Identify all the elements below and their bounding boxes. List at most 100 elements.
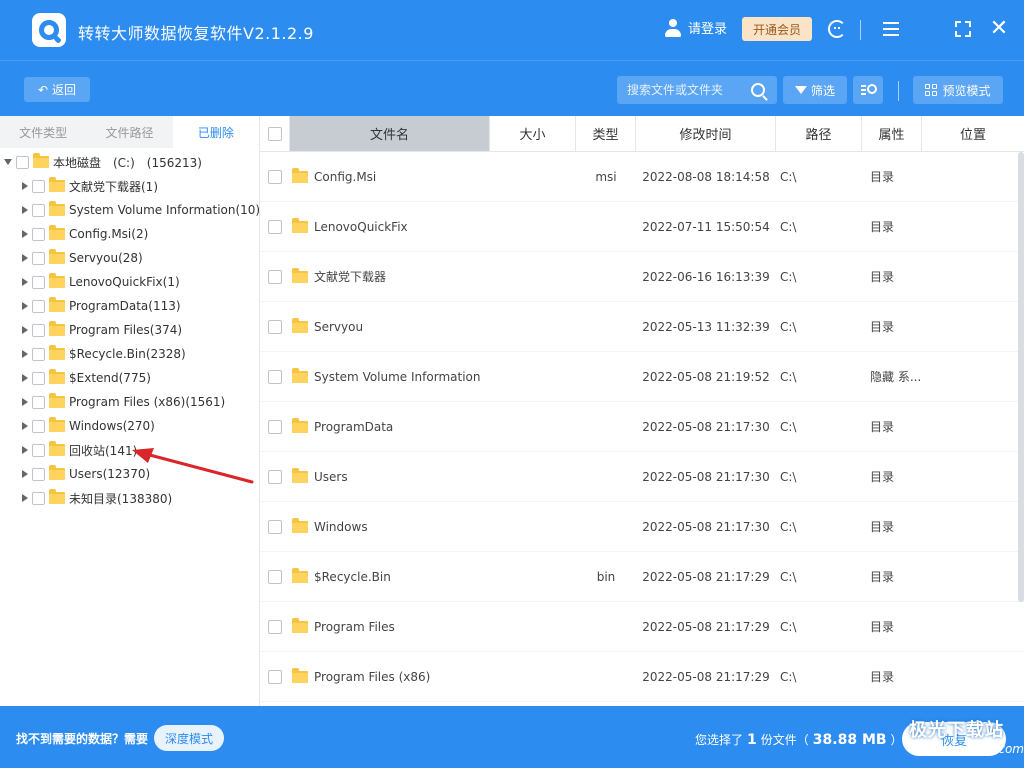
table-row[interactable]: Windows 2022-05-08 21:17:30 C:\ 目录: [260, 502, 1024, 552]
tab-file-path[interactable]: 文件路径: [86, 116, 172, 148]
row-checkbox[interactable]: [268, 369, 282, 384]
expand-arrow-icon[interactable]: [22, 326, 28, 334]
tree-item[interactable]: 回收站(141): [0, 438, 259, 462]
row-checkbox[interactable]: [268, 169, 282, 184]
list-search-button[interactable]: [853, 76, 883, 104]
select-all-checkbox[interactable]: [267, 126, 282, 141]
tree-checkbox[interactable]: [32, 371, 45, 385]
row-checkbox[interactable]: [268, 519, 282, 534]
tree-checkbox[interactable]: [32, 179, 45, 193]
row-checkbox[interactable]: [268, 469, 282, 484]
header-attr[interactable]: 属性: [862, 116, 922, 151]
collapse-arrow-icon[interactable]: [4, 159, 12, 165]
table-row[interactable]: Users 2022-05-08 21:17:30 C:\ 目录: [260, 452, 1024, 502]
table-row[interactable]: System Volume Information 2022-05-08 21:1…: [260, 352, 1024, 402]
expand-arrow-icon[interactable]: [22, 374, 28, 382]
tree-item[interactable]: Program Files(374): [0, 318, 259, 342]
tree-checkbox[interactable]: [16, 155, 29, 169]
header-path[interactable]: 路径: [776, 116, 862, 151]
row-checkbox[interactable]: [268, 269, 282, 284]
expand-arrow-icon[interactable]: [22, 254, 28, 262]
search-box[interactable]: [617, 76, 777, 104]
expand-arrow-icon[interactable]: [22, 230, 28, 238]
preview-mode-button[interactable]: 预览模式: [913, 76, 1003, 104]
size-cell: [490, 352, 576, 401]
tree-checkbox[interactable]: [32, 467, 45, 481]
expand-arrow-icon[interactable]: [22, 422, 28, 430]
tree-item[interactable]: $Recycle.Bin(2328): [0, 342, 259, 366]
expand-arrow-icon[interactable]: [22, 446, 28, 454]
vertical-scrollbar[interactable]: [1018, 152, 1024, 602]
tree-item[interactable]: $Extend(775): [0, 366, 259, 390]
expand-arrow-icon[interactable]: [22, 350, 28, 358]
table-row[interactable]: Servyou 2022-05-13 11:32:39 C:\ 目录: [260, 302, 1024, 352]
header-time[interactable]: 修改时间: [636, 116, 776, 151]
expand-arrow-icon[interactable]: [22, 206, 28, 214]
expand-arrow-icon[interactable]: [22, 302, 28, 310]
expand-arrow-icon[interactable]: [22, 494, 28, 502]
tree-checkbox[interactable]: [32, 227, 45, 241]
table-row[interactable]: Config.Msi msi 2022-08-08 18:14:58 C:\ 目录: [260, 152, 1024, 202]
header-location[interactable]: 位置: [922, 116, 1024, 151]
maximize-icon[interactable]: [952, 17, 974, 41]
search-input[interactable]: [617, 83, 745, 97]
vip-button[interactable]: 开通会员: [742, 17, 812, 41]
row-checkbox[interactable]: [268, 569, 282, 584]
tree-checkbox[interactable]: [32, 251, 45, 265]
tree-checkbox[interactable]: [32, 275, 45, 289]
menu-icon[interactable]: [880, 17, 902, 41]
selected-suffix: ）: [890, 733, 903, 747]
deep-mode-button[interactable]: 深度模式: [154, 725, 224, 751]
row-checkbox[interactable]: [268, 419, 282, 434]
search-icon[interactable]: [751, 83, 765, 97]
tree-item[interactable]: System Volume Information(10): [0, 198, 260, 222]
tab-deleted[interactable]: 已删除: [172, 116, 259, 148]
expand-arrow-icon[interactable]: [22, 278, 28, 286]
tree-checkbox[interactable]: [32, 395, 45, 409]
tree-item[interactable]: LenovoQuickFix(1): [0, 270, 259, 294]
table-row[interactable]: 文献党下载器 2022-06-16 16:13:39 C:\ 目录: [260, 252, 1024, 302]
table-row[interactable]: Program Files (x86) 2022-05-08 21:17:29 C:…: [260, 652, 1024, 702]
tree-checkbox[interactable]: [32, 203, 45, 217]
filter-button[interactable]: 筛选: [783, 76, 847, 104]
row-checkbox[interactable]: [268, 619, 282, 634]
tree-item[interactable]: Users(12370): [0, 462, 259, 486]
folder-icon: [49, 201, 65, 216]
table-row[interactable]: Program Files 2022-05-08 21:17:29 C:\ 目录: [260, 602, 1024, 652]
tab-file-type[interactable]: 文件类型: [0, 116, 86, 148]
header-size[interactable]: 大小: [490, 116, 576, 151]
recover-button[interactable]: 恢复: [902, 722, 1006, 756]
tree-item[interactable]: Program Files (x86)(1561): [0, 390, 259, 414]
tree-checkbox[interactable]: [32, 491, 45, 505]
time-cell: 2022-08-08 18:14:58: [642, 169, 770, 184]
header-type[interactable]: 类型: [576, 116, 636, 151]
tree-item[interactable]: 文献党下载器(1): [0, 174, 259, 198]
tree-checkbox[interactable]: [32, 299, 45, 313]
row-checkbox[interactable]: [268, 669, 282, 684]
tree-item[interactable]: Windows(270): [0, 414, 259, 438]
tree-checkbox[interactable]: [32, 347, 45, 361]
back-button[interactable]: ↶ 返回: [24, 77, 90, 102]
tree-item[interactable]: 未知目录(138380): [0, 486, 259, 510]
expand-arrow-icon[interactable]: [22, 182, 28, 190]
support-icon[interactable]: [826, 17, 848, 41]
expand-arrow-icon[interactable]: [22, 398, 28, 406]
table-row[interactable]: $Recycle.Bin bin 2022-05-08 21:17:29 C:\ 目录: [260, 552, 1024, 602]
row-checkbox[interactable]: [268, 219, 282, 234]
login-button[interactable]: 请登录: [664, 18, 727, 37]
tree-item[interactable]: Servyou(28): [0, 246, 259, 270]
tree-checkbox[interactable]: [32, 443, 45, 457]
row-checkbox[interactable]: [268, 319, 282, 334]
expand-arrow-icon[interactable]: [22, 470, 28, 478]
filter-label: 筛选: [810, 83, 835, 98]
tree-checkbox[interactable]: [32, 323, 45, 337]
tree-checkbox[interactable]: [32, 419, 45, 433]
header-name[interactable]: 文件名: [290, 116, 490, 151]
tree-item[interactable]: Config.Msi(2): [0, 222, 259, 246]
tree-item[interactable]: ProgramData(113): [0, 294, 259, 318]
tree-item-label: $Recycle.Bin(2328): [69, 347, 186, 361]
tree-root[interactable]: 本地磁盘 (C:) (156213): [0, 150, 259, 174]
table-row[interactable]: LenovoQuickFix 2022-07-11 15:50:54 C:\ 目录: [260, 202, 1024, 252]
close-icon[interactable]: ✕: [988, 17, 1010, 41]
table-row[interactable]: ProgramData 2022-05-08 21:17:30 C:\ 目录: [260, 402, 1024, 452]
